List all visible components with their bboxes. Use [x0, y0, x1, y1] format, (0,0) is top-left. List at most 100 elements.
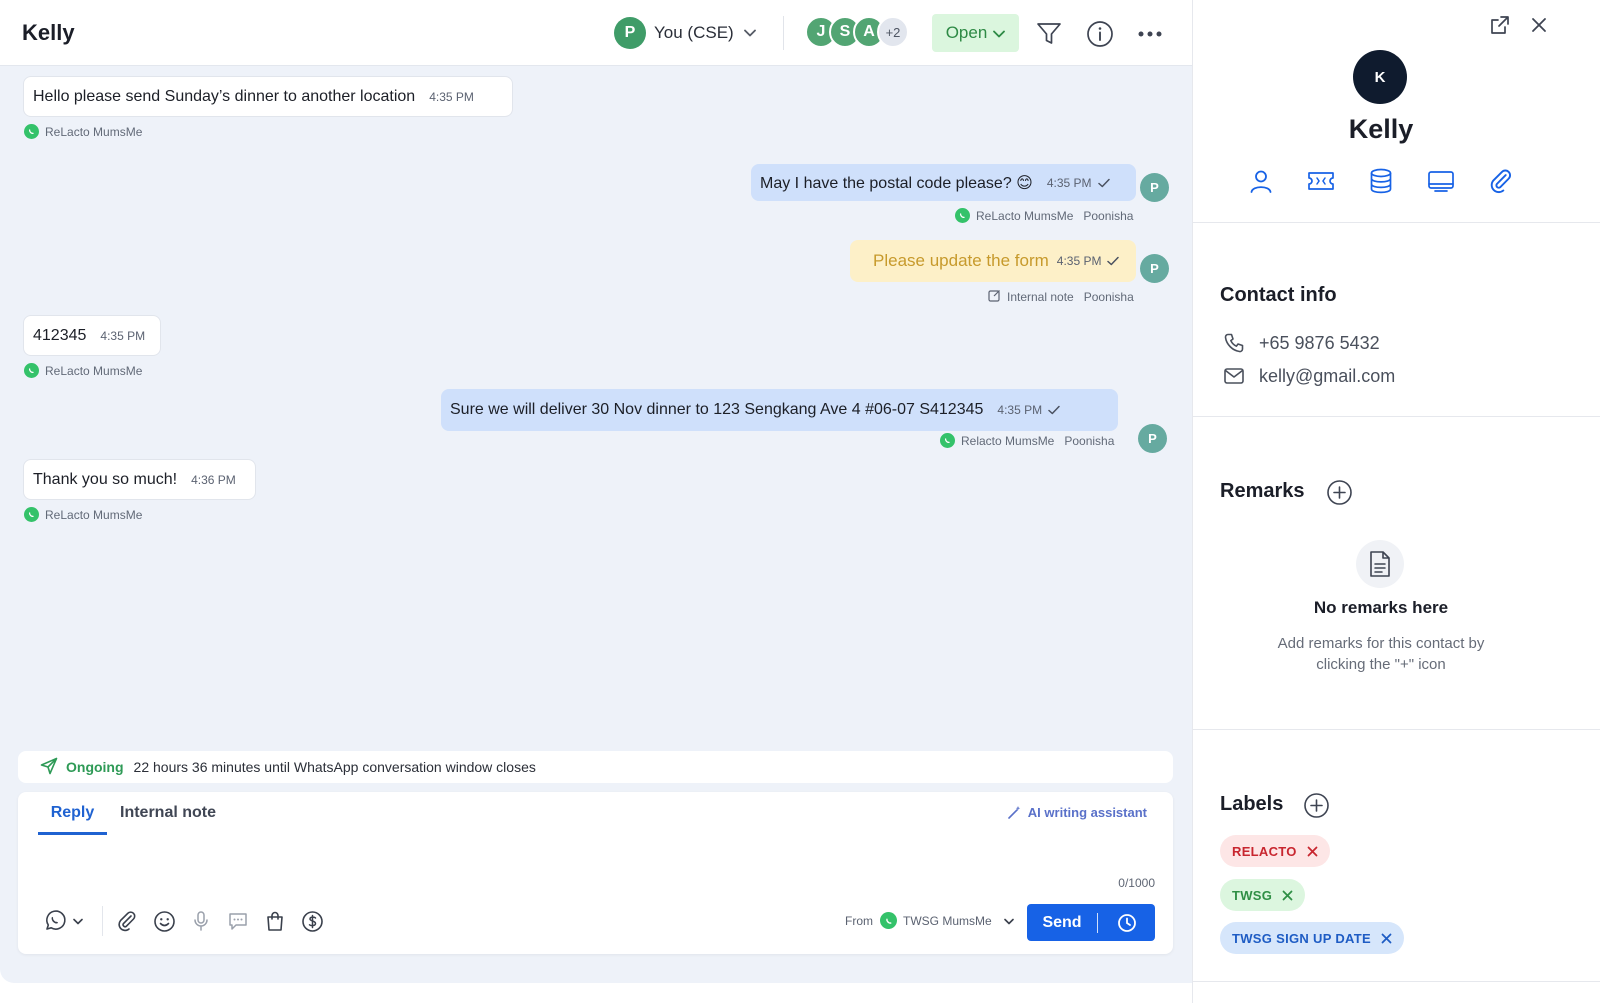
internal-note-message[interactable]: Please update the form 4:35 PM [850, 240, 1136, 282]
magic-wand-icon [1007, 806, 1020, 819]
incoming-message[interactable]: Thank you so much! 4:36 PM [23, 459, 256, 500]
section-divider [1193, 981, 1600, 982]
quick-reply-icon[interactable] [225, 908, 251, 934]
agent-avatar: P [1138, 424, 1167, 453]
conversation-header: Kelly P You (CSE) J S A +2 Open [0, 0, 1192, 66]
from-label: From [845, 913, 873, 928]
device-tab-icon[interactable] [1426, 166, 1456, 196]
toolbar-divider [102, 906, 103, 936]
label-chip[interactable]: TWSG [1220, 879, 1306, 911]
reply-composer: Reply Internal note AI writing assistant… [18, 792, 1173, 954]
conversation-title: Kelly [22, 20, 75, 45]
message-meta: Relacto MumsMe Poonisha [940, 433, 1114, 448]
message-source: ReLacto MumsMe [45, 124, 143, 139]
message-time: 4:35 PM [1046, 175, 1092, 190]
contact-phone: +65 9876 5432 [1259, 332, 1380, 353]
contact-info-title: Contact info [1220, 284, 1337, 306]
assignee-avatar: P [614, 17, 646, 49]
internal-note-icon [988, 289, 1001, 305]
remarks-title: Remarks [1220, 480, 1305, 502]
whatsapp-icon [24, 363, 39, 378]
labels-title: Labels [1220, 793, 1284, 815]
contact-email: kelly@gmail.com [1259, 365, 1396, 386]
status-dropdown[interactable]: Open [932, 14, 1019, 52]
message-source: ReLacto MumsMe [976, 208, 1074, 223]
label-text: TWSG [1232, 887, 1273, 903]
header-divider [783, 16, 784, 50]
outgoing-message[interactable]: Sure we will deliver 30 Nov dinner to 12… [441, 389, 1118, 431]
label-chip[interactable]: RELACTO [1220, 835, 1330, 867]
shopping-bag-icon[interactable] [262, 908, 288, 934]
ongoing-status: Ongoing [66, 759, 124, 775]
chevron-down-icon[interactable] [70, 908, 86, 934]
label-chip[interactable]: TWSG SIGN UP DATE [1220, 922, 1404, 954]
conversation-window-banner: Ongoing 22 hours 36 minutes until WhatsA… [18, 751, 1173, 783]
message-time: 4:35 PM [1056, 254, 1102, 268]
message-text: Hello please send Sunday’s dinner to ano… [33, 87, 416, 105]
no-remarks-title: No remarks here [1313, 598, 1449, 617]
profile-tab-icon[interactable] [1246, 166, 1276, 196]
schedule-clock-icon[interactable] [1098, 913, 1155, 933]
checkmark-icon [1048, 405, 1060, 415]
contact-panel: K Kelly Contact info +65 9876 5432 kelly… [1192, 0, 1600, 1003]
send-button[interactable]: Send [1027, 904, 1155, 941]
send-plane-icon [40, 757, 58, 778]
whatsapp-channel-icon[interactable] [42, 908, 68, 934]
document-icon [1356, 540, 1404, 588]
label-text: RELACTO [1232, 843, 1297, 859]
checkmark-icon [1097, 178, 1110, 188]
window-countdown: 22 hours 36 minutes until WhatsApp conve… [133, 759, 536, 775]
chevron-down-icon[interactable] [1003, 914, 1014, 928]
phone-icon [1224, 333, 1244, 353]
remove-label-icon[interactable] [1381, 933, 1392, 944]
ticket-tab-icon[interactable] [1306, 166, 1336, 196]
message-source: ReLacto MumsMe [45, 363, 143, 378]
emoji-icon[interactable] [151, 908, 177, 934]
section-divider [1193, 729, 1600, 730]
remove-label-icon[interactable] [1282, 890, 1293, 901]
message-meta: ReLacto MumsMe [24, 124, 142, 139]
attachment-icon[interactable] [114, 908, 140, 934]
message-text: May I have the postal code please? 😊 [760, 174, 1033, 192]
agent-avatar: P [1140, 173, 1169, 202]
contact-name: Kelly [1348, 114, 1414, 144]
message-source: ReLacto MumsMe [45, 507, 143, 522]
info-icon[interactable] [1084, 18, 1116, 50]
no-remarks-description: Add remarks for this contact by clicking… [1277, 635, 1485, 673]
from-channel-selector[interactable]: From TWSG MumsMe [845, 912, 1014, 929]
send-label: Send [1042, 913, 1082, 931]
message-meta: ReLacto MumsMe [24, 507, 142, 522]
microphone-icon[interactable] [188, 908, 214, 934]
contact-avatar: K [1353, 50, 1407, 104]
outgoing-message[interactable]: May I have the postal code please? 😊 4:3… [751, 164, 1136, 201]
message-text: 412345 [33, 326, 87, 344]
open-external-icon[interactable] [1487, 12, 1513, 38]
contact-phone-row[interactable]: +65 9876 5432 [1223, 332, 1380, 354]
attachments-tab-icon[interactable] [1486, 166, 1516, 196]
incoming-message[interactable]: 412345 4:35 PM [23, 315, 161, 356]
message-meta: Internal note Poonisha [988, 289, 1134, 305]
add-label-icon[interactable] [1302, 791, 1330, 819]
remove-label-icon[interactable] [1307, 846, 1318, 857]
chevron-down-icon [743, 24, 756, 42]
database-tab-icon[interactable] [1366, 166, 1396, 196]
close-icon[interactable] [1526, 12, 1552, 38]
payment-dollar-icon[interactable] [299, 908, 325, 934]
message-meta: ReLacto MumsMe Poonisha [955, 208, 1133, 223]
assignee-dropdown[interactable]: P You (CSE) [614, 17, 756, 49]
whatsapp-icon [880, 912, 897, 929]
tab-internal-note[interactable]: Internal note [120, 804, 216, 822]
more-options-icon[interactable] [1134, 18, 1166, 50]
tab-reply[interactable]: Reply [38, 804, 107, 835]
message-text: Sure we will deliver 30 Nov dinner to 12… [450, 401, 984, 418]
label-text: TWSG SIGN UP DATE [1232, 930, 1371, 946]
checkmark-icon [1107, 256, 1120, 266]
message-time: 4:35 PM [429, 89, 474, 104]
incoming-message[interactable]: Hello please send Sunday’s dinner to ano… [23, 76, 513, 117]
character-counter: 0/1000 [1118, 876, 1155, 890]
ai-writing-assistant-button[interactable]: AI writing assistant [1007, 805, 1147, 820]
filter-icon[interactable] [1034, 19, 1064, 49]
participants-group[interactable]: J S A +2 [805, 16, 909, 50]
contact-email-row[interactable]: kelly@gmail.com [1223, 365, 1395, 387]
add-remark-icon[interactable] [1325, 478, 1353, 506]
